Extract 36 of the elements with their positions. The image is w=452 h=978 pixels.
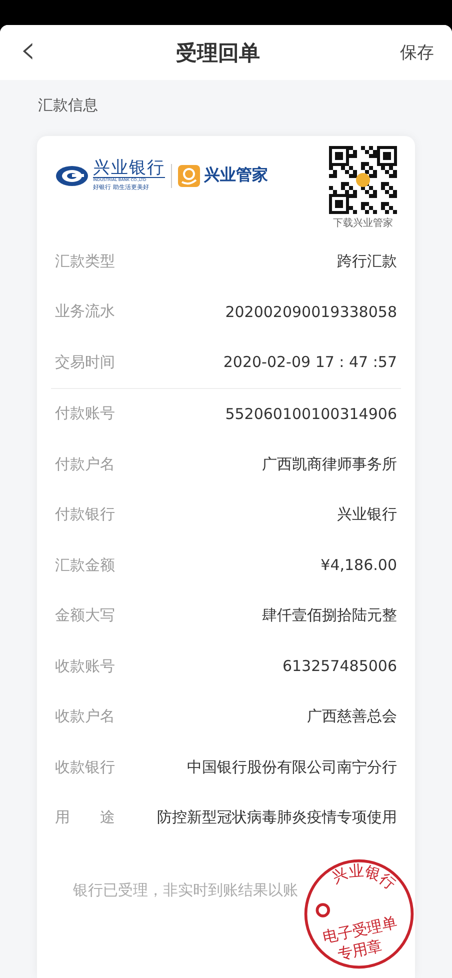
field-label: 交易时间 <box>55 352 115 372</box>
field-value: 兴业银行 <box>337 505 397 524</box>
app-logo-icon <box>178 164 200 187</box>
field-label: 付款户名 <box>55 454 115 474</box>
field-value: ¥4,186.00 <box>320 556 397 574</box>
field-value: 中国银行股份有限公司南宁分行 <box>187 758 397 777</box>
field-value: 肆仟壹佰捌拾陆元整 <box>262 606 397 626</box>
notice-text: 银行已受理，非实时到账结果以账 <box>72 881 299 900</box>
bank-name: 兴业银行 <box>93 160 165 177</box>
field-label: 汇款类型 <box>55 252 115 271</box>
field-value: 613257485006 <box>282 657 397 676</box>
field-label: 用 途 <box>55 808 115 828</box>
page-title: 受理回单 <box>176 40 260 66</box>
field-value: 2020-02-09 17 : 47 :57 <box>223 353 397 372</box>
back-button[interactable]: ‹ <box>20 30 36 70</box>
field-label: 业务流水 <box>55 302 115 322</box>
field-label: 收款银行 <box>55 758 115 777</box>
field-label: 付款银行 <box>55 505 115 524</box>
field-label: 汇款金额 <box>55 556 115 575</box>
save-button[interactable]: 保存 <box>400 41 434 64</box>
qr-code-icon <box>329 146 397 214</box>
field-value: 552060100100314906 <box>225 404 397 423</box>
field-label: 金额大写 <box>55 606 115 626</box>
field-value: 防控新型冠状病毒肺炎疫情专项使用 <box>157 808 397 828</box>
field-value: 广西凯商律师事务所 <box>262 454 397 474</box>
bank-logo-icon <box>55 164 89 187</box>
field-value: 202002090019338058 <box>225 302 397 321</box>
qr-caption: 下载兴业管家 <box>333 216 393 230</box>
field-label: 付款账号 <box>55 404 115 424</box>
field-value: 跨行汇款 <box>337 252 397 271</box>
field-label: 收款账号 <box>55 656 115 676</box>
seal-stamp: 兴业银行 电子受理单 专用章 <box>302 857 416 971</box>
section-title: 汇款信息 <box>37 95 99 116</box>
field-label: 收款户名 <box>55 707 115 726</box>
app-name: 兴业管家 <box>204 165 268 186</box>
field-value: 广西慈善总会 <box>307 707 397 726</box>
